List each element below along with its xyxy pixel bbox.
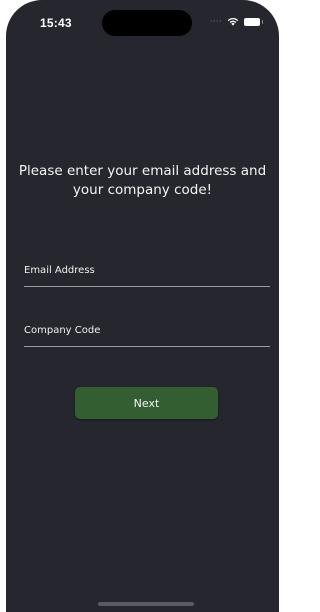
- status-bar: 15:43 ····: [6, 0, 279, 44]
- cellular-dots-icon: ····: [209, 16, 222, 26]
- instruction-text: Please enter your email address and your…: [18, 163, 267, 198]
- dynamic-island: [102, 10, 192, 36]
- wifi-icon: [227, 17, 239, 26]
- company-code-field-container: [24, 318, 270, 347]
- app-screen: 15:43 ···· Please enter your email addre…: [6, 0, 279, 612]
- email-input[interactable]: [24, 258, 270, 282]
- battery-icon: [244, 17, 263, 26]
- company-code-input[interactable]: [24, 318, 270, 342]
- home-indicator[interactable]: [98, 602, 194, 606]
- next-button[interactable]: Next: [75, 387, 218, 419]
- email-field-container: [24, 258, 270, 287]
- status-icons: ····: [209, 16, 263, 26]
- status-time: 15:43: [40, 16, 72, 30]
